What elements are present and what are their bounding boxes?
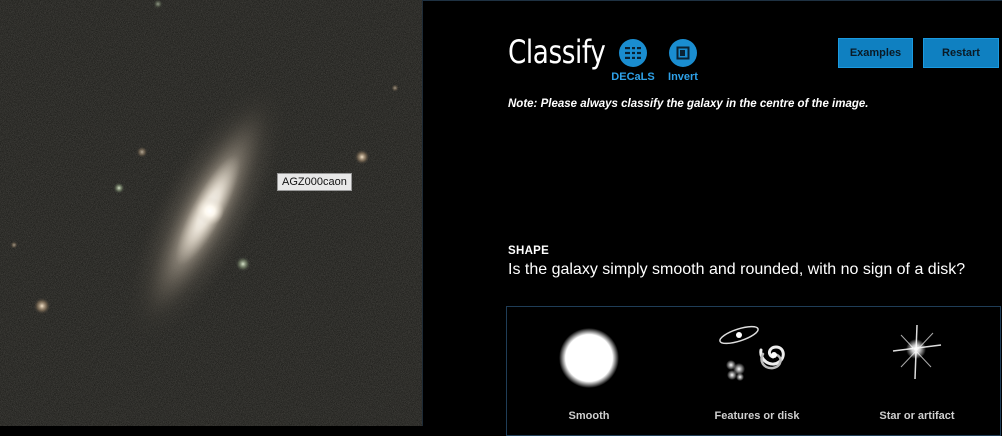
invert-icon bbox=[669, 39, 697, 67]
subject-id-label: AGZ000caon bbox=[277, 173, 352, 191]
classify-note: Note: Please always classify the galaxy … bbox=[508, 98, 869, 110]
classify-panel: Classify DECaLS Invert Examples Restart … bbox=[423, 0, 1002, 436]
features-disk-icon bbox=[719, 325, 785, 381]
invert-tool-label: Invert bbox=[668, 71, 698, 83]
answer-features-disk-button[interactable]: Features or disk bbox=[677, 307, 837, 428]
star-artifact-icon bbox=[892, 324, 942, 380]
answer-star-artifact-label: Star or artifact bbox=[879, 410, 955, 422]
galaxy-image[interactable]: AGZ000caon bbox=[0, 0, 423, 426]
answer-features-disk-label: Features or disk bbox=[714, 410, 800, 422]
galaxy-image-canvas bbox=[0, 0, 422, 426]
decals-tool-label: DECaLS bbox=[611, 71, 655, 83]
layers-icon bbox=[619, 39, 647, 67]
answer-group: Smooth Features or disk Star or artifact bbox=[506, 306, 1001, 436]
task-label: SHAPE bbox=[508, 245, 550, 257]
answer-star-artifact-button[interactable]: Star or artifact bbox=[837, 307, 997, 428]
answer-smooth-label: Smooth bbox=[568, 410, 610, 422]
smooth-galaxy-icon bbox=[559, 328, 619, 388]
restart-button[interactable]: Restart bbox=[923, 38, 999, 68]
page-title: Classify bbox=[508, 33, 606, 71]
answer-smooth-button[interactable]: Smooth bbox=[509, 307, 669, 428]
task-question: Is the galaxy simply smooth and rounded,… bbox=[508, 261, 966, 278]
examples-button[interactable]: Examples bbox=[838, 38, 913, 68]
invert-tool-button[interactable]: Invert bbox=[653, 39, 713, 83]
